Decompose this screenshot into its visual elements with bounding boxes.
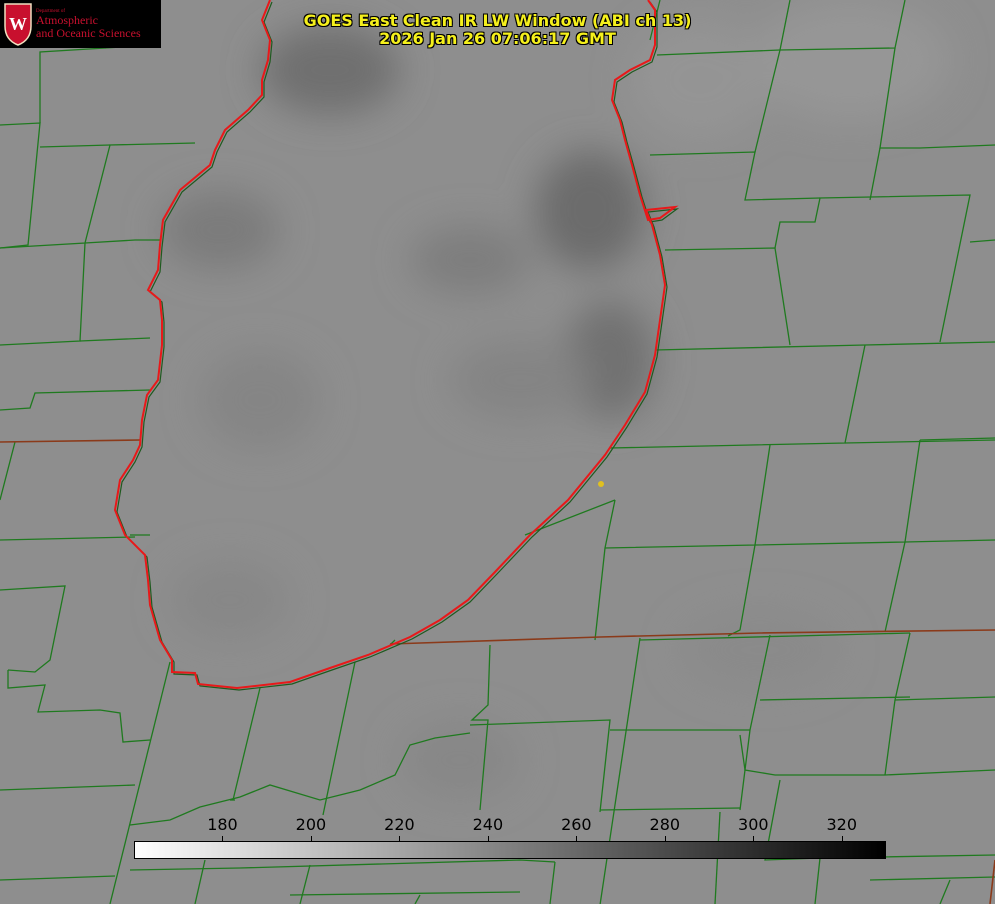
station-marker (598, 481, 604, 487)
colorbar-tick-label: 300 (738, 815, 769, 834)
colorbar-tick-label: 320 (826, 815, 858, 834)
colorbar-tick-mark (841, 836, 843, 841)
colorbar-tick-mark (222, 836, 224, 841)
colorbar-tick-label: 260 (561, 815, 592, 834)
colorbar-tick-mark (310, 836, 312, 841)
colorbar-tick-label: 180 (207, 815, 238, 834)
image-timestamp: 2026 Jan 26 07:06:17 GMT (379, 29, 616, 48)
colorbar-tick-label: 240 (472, 815, 504, 834)
image-title: GOES East Clean IR LW Window (ABI ch 13) (303, 11, 692, 30)
colorbar (134, 841, 886, 859)
colorbar-tick-label: 280 (649, 815, 681, 834)
satellite-image (0, 0, 995, 904)
colorbar-tick-label: 200 (295, 815, 327, 834)
colorbar-tick-mark (399, 836, 401, 841)
colorbar-tick-mark (664, 836, 666, 841)
colorbar-tick-label: 220 (384, 815, 415, 834)
colorbar-tick-mark (753, 836, 755, 841)
colorbar-tick-mark (487, 836, 489, 841)
colorbar-tick-mark (576, 836, 578, 841)
